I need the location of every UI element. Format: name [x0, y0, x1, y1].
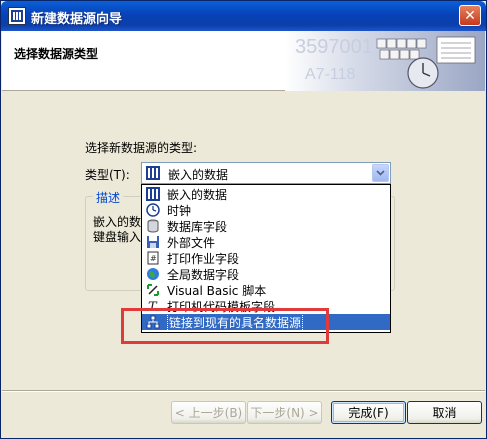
dropdown-option[interactable]: # 打印作业字段: [142, 250, 390, 266]
dropdown-option-label: 打印作业字段: [167, 251, 240, 266]
type-prompt-label: 选择新数据源的类型:: [85, 141, 198, 155]
embedded-data-icon: [145, 165, 161, 184]
svg-text:#: #: [150, 254, 157, 263]
svg-text:3597001: 3597001: [295, 36, 373, 58]
next-button[interactable]: 下一步(N) >: [247, 401, 322, 424]
dropdown-option-label: 嵌入的数据: [167, 187, 228, 202]
back-button[interactable]: < 上一步(B): [171, 401, 246, 424]
dropdown-option[interactable]: 数据库字段: [142, 218, 390, 234]
header-banner-graphic: 3597001 A7-118: [285, 31, 485, 91]
description-legend: 描述: [93, 189, 124, 206]
close-icon: ✕: [464, 7, 476, 24]
finish-button[interactable]: 完成(F): [331, 401, 406, 424]
app-icon: [8, 7, 26, 25]
globe-icon: [145, 266, 161, 282]
dropdown-option-label: 全局数据字段: [167, 267, 240, 282]
database-icon: [145, 218, 161, 234]
chevron-down-icon: [376, 170, 385, 176]
dropdown-option[interactable]: Visual Basic 脚本: [142, 282, 390, 298]
dropdown-option[interactable]: 全局数据字段: [142, 266, 390, 282]
cancel-button[interactable]: 取消: [407, 401, 482, 424]
type-combobox-value: 嵌入的数据: [168, 168, 229, 182]
embedded-data-icon: [145, 186, 161, 202]
footer-separator: [2, 390, 485, 392]
dropdown-option-label: 外部文件: [167, 235, 216, 250]
type-combobox[interactable]: 嵌入的数据: [141, 162, 391, 184]
description-text: 嵌入的数 键盘输入: [93, 215, 141, 245]
description-line-2: 键盘输入: [93, 230, 141, 244]
annotation-highlight-box: [121, 308, 329, 344]
dropdown-option-label: 时钟: [167, 203, 192, 218]
print-job-icon: #: [145, 250, 161, 266]
description-line-1: 嵌入的数: [93, 215, 141, 229]
vb-script-icon: [145, 282, 161, 298]
wizard-header: 选择数据源类型 3597001 A7-118: [2, 31, 485, 91]
combobox-dropdown-button[interactable]: [372, 164, 389, 182]
close-button[interactable]: ✕: [459, 5, 481, 26]
wizard-window: 新建数据源向导 ✕ 选择数据源类型 3597001 A7-118 选择新数据源的…: [0, 0, 487, 439]
clock-icon: [145, 202, 161, 218]
title-bar[interactable]: 新建数据源向导 ✕: [1, 1, 486, 31]
dropdown-option[interactable]: 外部文件: [142, 234, 390, 250]
page-title: 选择数据源类型: [14, 47, 99, 61]
type-label: 类型(T):: [85, 168, 130, 182]
dropdown-option-label: Visual Basic 脚本: [167, 283, 267, 298]
dropdown-option[interactable]: 时钟: [142, 202, 390, 218]
window-title: 新建数据源向导: [31, 12, 123, 27]
dropdown-option-label: 数据库字段: [167, 219, 228, 234]
svg-text:A7-118: A7-118: [305, 66, 356, 83]
floppy-disk-icon: [145, 234, 161, 250]
dropdown-option[interactable]: 嵌入的数据: [142, 186, 390, 202]
